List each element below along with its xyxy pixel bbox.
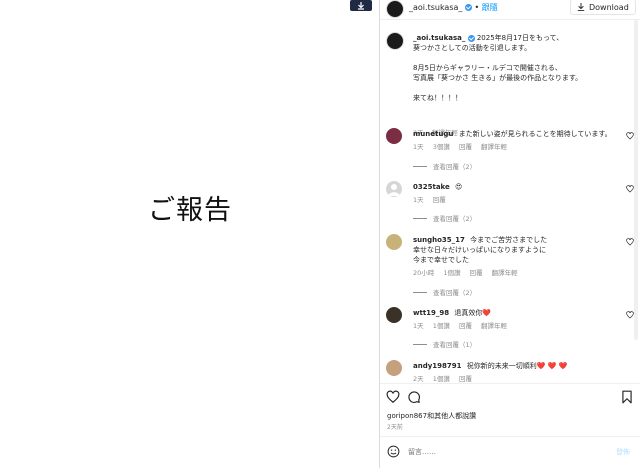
comment-body: 0325take 😍 bbox=[413, 182, 621, 192]
download-button[interactable]: Download bbox=[570, 0, 636, 15]
comment-username[interactable]: sungho35_17 bbox=[413, 236, 465, 244]
commenter-avatar[interactable] bbox=[386, 234, 402, 250]
comment-body: sungho35_17 今までご苦労さまでした 幸せな日々だけいっぱいになります… bbox=[413, 235, 621, 265]
translate-link[interactable]: 翻譯年輕 bbox=[492, 269, 518, 277]
download-icon bbox=[577, 3, 585, 11]
comment-text: 退真效你❤️ bbox=[454, 309, 492, 317]
view-replies-button[interactable]: 查看回覆（1） bbox=[413, 339, 476, 349]
reply-button[interactable]: 回覆 bbox=[459, 322, 472, 330]
caption-line: 8月5日からギャラリー・ルデコで開催される、 bbox=[413, 64, 562, 72]
translate-link[interactable]: 翻譯年輕 bbox=[481, 143, 507, 151]
author-avatar[interactable] bbox=[386, 0, 404, 18]
comment-body: andy198791 祝你新的未来一切順利❤️ ❤️ ❤️ bbox=[413, 361, 621, 371]
comment-time: 1天 bbox=[413, 322, 424, 330]
commenter-avatar[interactable] bbox=[386, 128, 402, 144]
translate-link[interactable]: 翻譯年輕 bbox=[481, 322, 507, 330]
comment-text: 😍 bbox=[455, 183, 463, 191]
comment-body: munetugu また新しい姿が見られることを期待しています。 bbox=[413, 129, 621, 139]
comment-like-heart-icon[interactable] bbox=[626, 132, 634, 140]
post-image[interactable]: ご報告 bbox=[0, 0, 379, 468]
verified-badge-icon bbox=[464, 4, 472, 11]
comment-meta: 1天 回覆 bbox=[413, 194, 453, 204]
header-separator: • bbox=[474, 3, 480, 12]
replies-line bbox=[413, 165, 427, 167]
caption-line: 写真展「葵つかさ 生きる」が最後の作品となります。 bbox=[413, 74, 583, 82]
post-comment-button[interactable]: 發佈 bbox=[616, 447, 630, 457]
caption-line: 2025年8月17日をもって、 bbox=[476, 34, 564, 42]
comment-text: 幸せな日々だけいっぱいになりますように bbox=[413, 246, 546, 254]
comment-likes[interactable]: 3個讚 bbox=[433, 143, 450, 151]
comment-like-heart-icon[interactable] bbox=[626, 311, 634, 319]
follow-button[interactable]: 跟隨 bbox=[482, 3, 498, 12]
comment-box-divider bbox=[380, 436, 640, 437]
replies-line bbox=[413, 343, 427, 345]
emoji-smiley-icon[interactable] bbox=[387, 445, 400, 458]
view-replies-label: 查看回覆（1） bbox=[433, 341, 477, 349]
commenter-avatar[interactable] bbox=[386, 307, 402, 323]
comments-scroll-area[interactable]: _aoi.tsukasa_ 2025年8月17日をもって、 葵つかさとしての活動… bbox=[380, 20, 640, 383]
comment-text: また新しい姿が見られることを期待しています。 bbox=[458, 130, 612, 138]
author-username[interactable]: _aoi.tsukasa_ bbox=[409, 3, 462, 12]
comment-likes[interactable]: 1個讚 bbox=[433, 322, 450, 330]
comment-text: 今まで幸せでした bbox=[413, 256, 469, 264]
post-time: 2天前 bbox=[387, 424, 403, 431]
replies-line bbox=[413, 291, 427, 293]
caption-line: 来てね！！！！ bbox=[413, 94, 462, 102]
actions-divider bbox=[380, 383, 640, 384]
view-replies-button[interactable]: 查看回覆（2） bbox=[413, 161, 476, 171]
view-replies-label: 查看回覆（2） bbox=[433, 289, 477, 297]
commenter-avatar[interactable] bbox=[386, 181, 402, 197]
reply-button[interactable]: 回覆 bbox=[459, 375, 472, 383]
reply-button[interactable]: 回覆 bbox=[470, 269, 483, 277]
save-bookmark-icon[interactable] bbox=[620, 390, 634, 404]
comment-time: 1天 bbox=[413, 143, 424, 151]
comment-time: 1天 bbox=[413, 196, 424, 204]
comment-meta: 1天 3個讚 回覆 翻譯年輕 bbox=[413, 141, 514, 151]
comment-username[interactable]: 0325take bbox=[413, 183, 450, 191]
post-side-panel: _aoi.tsukasa_ • 跟隨 Download _aoi.tsukasa… bbox=[380, 0, 640, 468]
comment-text: 祝你新的未来一切順利❤️ ❤️ ❤️ bbox=[466, 362, 568, 370]
default-avatar-icon bbox=[388, 184, 400, 196]
comment-meta: 2天 1個讚 回覆 bbox=[413, 373, 479, 383]
comment-username[interactable]: wtt19_98 bbox=[413, 309, 449, 317]
comment-likes[interactable]: 1個讚 bbox=[443, 269, 460, 277]
view-replies-label: 查看回覆（2） bbox=[433, 163, 477, 171]
comment-body: wtt19_98 退真效你❤️ bbox=[413, 308, 621, 318]
comment-time: 20小時 bbox=[413, 269, 435, 277]
caption-line: 葵つかさとしての活動を引退します。 bbox=[413, 44, 532, 52]
download-extension-button[interactable] bbox=[350, 0, 372, 11]
view-replies-button[interactable]: 查看回覆（2） bbox=[413, 287, 476, 297]
verified-badge-icon bbox=[467, 34, 475, 42]
comment-likes[interactable]: 1個讚 bbox=[433, 375, 450, 383]
caption-username[interactable]: _aoi.tsukasa_ bbox=[413, 34, 465, 42]
comment-meta: 20小時 1個讚 回覆 翻譯年輕 bbox=[413, 267, 525, 277]
comment-text: 今までご苦労さまでした bbox=[470, 236, 548, 244]
comment-bubble-icon[interactable] bbox=[407, 390, 421, 404]
author-info: _aoi.tsukasa_ • 跟隨 bbox=[409, 2, 498, 13]
download-label: Download bbox=[589, 2, 629, 12]
caption: _aoi.tsukasa_ 2025年8月17日をもって、 葵つかさとしての活動… bbox=[413, 33, 623, 103]
view-replies-button[interactable]: 查看回覆（2） bbox=[413, 213, 476, 223]
comment-username[interactable]: munetugu bbox=[413, 130, 453, 138]
post-header: _aoi.tsukasa_ • 跟隨 Download bbox=[380, 0, 640, 18]
scrollbar-thumb[interactable] bbox=[634, 20, 638, 340]
reply-button[interactable]: 回覆 bbox=[459, 143, 472, 151]
reply-button[interactable]: 回覆 bbox=[433, 196, 446, 204]
caption-avatar[interactable] bbox=[386, 32, 404, 50]
comment-meta: 1天 1個讚 回覆 翻譯年輕 bbox=[413, 320, 514, 330]
comment-username[interactable]: andy198791 bbox=[413, 362, 462, 370]
comment-like-heart-icon[interactable] bbox=[626, 238, 634, 246]
view-replies-label: 查看回覆（2） bbox=[433, 215, 477, 223]
post-image-text: ご報告 bbox=[148, 195, 232, 226]
download-arrow-icon bbox=[358, 1, 364, 10]
replies-line bbox=[413, 217, 427, 219]
likes-summary[interactable]: goripon867和其他人都說讚 bbox=[387, 411, 476, 421]
comment-time: 2天 bbox=[413, 375, 424, 383]
commenter-avatar[interactable] bbox=[386, 360, 402, 376]
like-heart-icon[interactable] bbox=[386, 390, 400, 404]
comment-like-heart-icon[interactable] bbox=[626, 185, 634, 193]
comment-input[interactable] bbox=[408, 445, 598, 458]
